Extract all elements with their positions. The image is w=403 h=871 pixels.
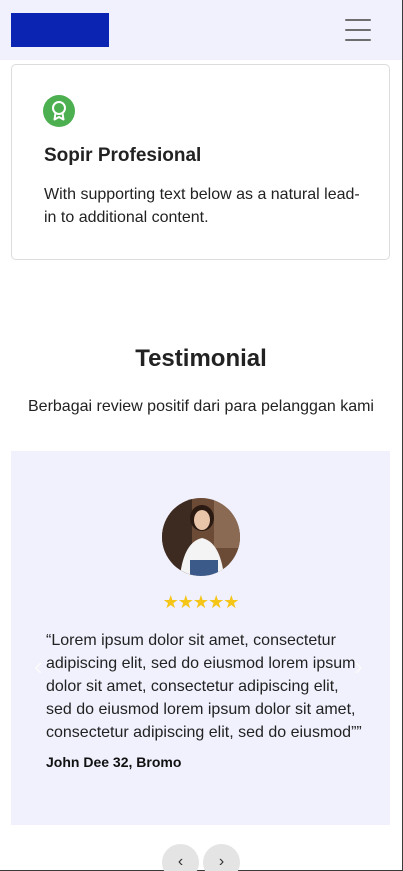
chevron-left-icon[interactable]: ‹: [34, 651, 43, 682]
customer-avatar: [162, 498, 240, 576]
hamburger-line: [345, 19, 371, 21]
carousel-next-button[interactable]: ›: [203, 844, 240, 871]
chevron-left-icon: ‹: [177, 853, 184, 870]
carousel-prev-button[interactable]: ‹: [162, 844, 199, 871]
testimonial-quote: “Lorem ipsum dolor sit amet, consectetur…: [46, 632, 362, 741]
feature-text: With supporting text below as a natural …: [44, 186, 360, 226]
testimonial-card: ★★★★★ “Lorem ipsum dolor sit amet, conse…: [11, 451, 390, 825]
hamburger-line: [345, 39, 371, 41]
hamburger-icon[interactable]: [345, 19, 371, 41]
testimonial-author: John Dee 32, Bromo: [46, 754, 182, 770]
section-title: Testimonial: [135, 345, 267, 372]
chevron-right-icon[interactable]: ›: [354, 651, 363, 682]
navbar: [0, 0, 402, 60]
chevron-right-icon: ›: [218, 853, 225, 870]
feature-card: Sopir Profesional With supporting text b…: [11, 64, 390, 260]
award-icon: [43, 95, 75, 127]
section-subtitle: Berbagai review positif dari para pelang…: [28, 398, 374, 415]
hamburger-line: [345, 29, 371, 31]
brand-logo[interactable]: [11, 13, 109, 47]
feature-title: Sopir Profesional: [44, 145, 202, 166]
rating-stars: ★★★★★: [162, 592, 240, 612]
